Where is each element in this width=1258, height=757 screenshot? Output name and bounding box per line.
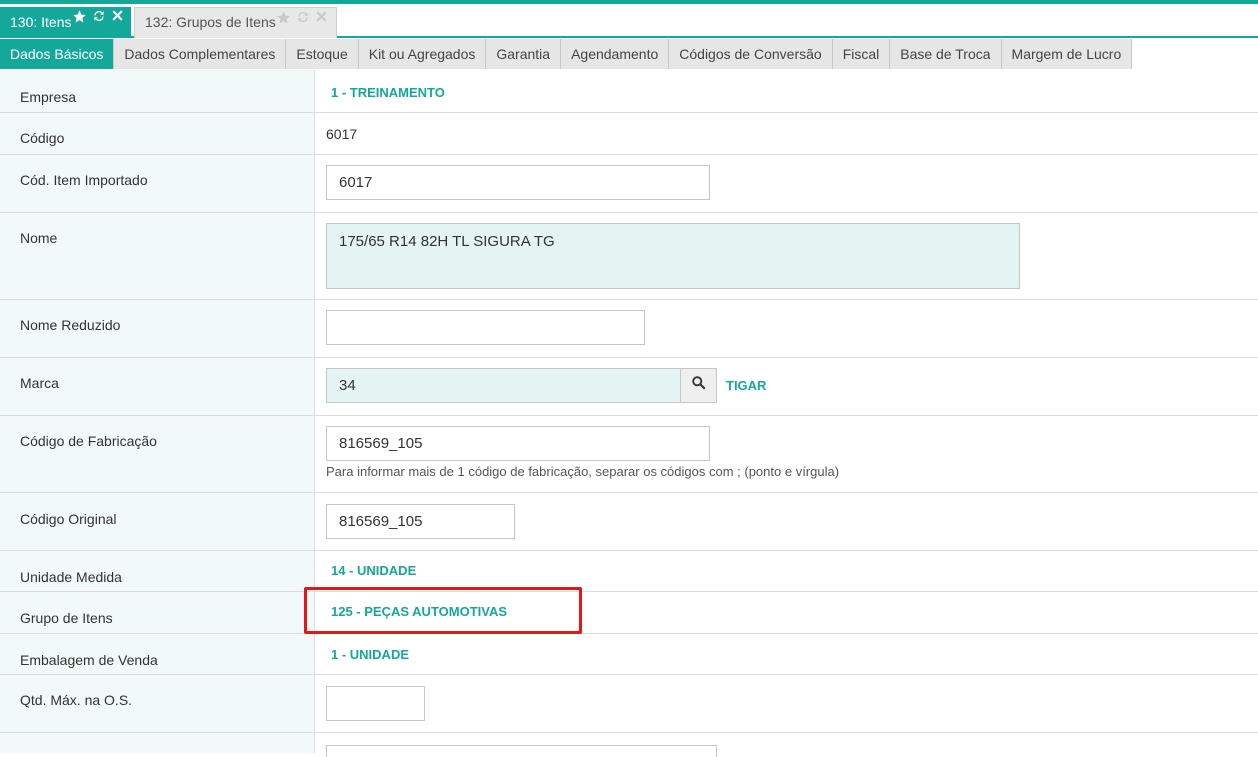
embalagem-venda-link[interactable]: 1 - UNIDADE: [331, 647, 409, 662]
nome-reduzido-input[interactable]: [326, 310, 645, 345]
codigo-fabricacao-hint: Para informar mais de 1 código de fabric…: [326, 464, 840, 479]
row-qtd-max-os: Qtd. Máx. na O.S.: [0, 675, 1258, 733]
qtd-max-os-label: Qtd. Máx. na O.S.: [20, 692, 133, 708]
doc-tab-label: 132: Grupos de Itens: [145, 14, 276, 30]
tab-margem-de-lucro[interactable]: Margem de Lucro: [1001, 39, 1133, 69]
nome-textarea[interactable]: 175/65 R14 82H TL SIGURA TG: [326, 223, 1020, 289]
marca-input[interactable]: 34: [326, 368, 717, 403]
tab-garantia[interactable]: Garantia: [486, 39, 562, 69]
doc-tab-grupos-de-itens[interactable]: 132: Grupos de Itens: [134, 7, 337, 38]
marca-label: Marca: [20, 375, 59, 391]
document-tabs: 130: Itens 132: Grupos de Itens: [0, 4, 1258, 38]
marca-search-button[interactable]: [680, 369, 716, 402]
item-form: Empresa 1 - TREINAMENTO Código 6017 Cód.…: [0, 70, 1258, 757]
section-tabs: Dados Básicos Dados Complementares Estoq…: [0, 39, 1133, 69]
star-icon[interactable]: [276, 10, 291, 25]
star-icon[interactable]: [72, 9, 87, 24]
row-nome: Nome 175/65 R14 82H TL SIGURA TG: [0, 213, 1258, 300]
embalagem-venda-label: Embalagem de Venda: [20, 652, 158, 668]
cod-item-importado-label: Cód. Item Importado: [20, 172, 148, 188]
row-grupo-itens: Grupo de Itens 125 - PEÇAS AUTOMOTIVAS: [0, 592, 1258, 634]
empresa-label: Empresa: [20, 89, 77, 105]
doc-tab-label: 130: Itens: [10, 14, 72, 30]
codigo-label: Código: [20, 130, 65, 146]
row-embalagem-venda: Embalagem de Venda 1 - UNIDADE: [0, 634, 1258, 675]
grupo-itens-label: Grupo de Itens: [20, 610, 113, 626]
qtd-max-os-input[interactable]: [326, 686, 425, 721]
tab-codigos-de-conversao[interactable]: Códigos de Conversão: [669, 39, 833, 69]
tab-agendamento[interactable]: Agendamento: [561, 39, 670, 69]
row-codigo-fabricacao: Código de Fabricação 816569_105 Para inf…: [0, 416, 1258, 493]
row-codigo: Código 6017: [0, 113, 1258, 155]
unidade-medida-label: Unidade Medida: [20, 569, 122, 585]
tab-dados-complementares[interactable]: Dados Complementares: [114, 39, 287, 69]
codigo-fabricacao-input[interactable]: 816569_105: [326, 426, 710, 461]
codigo-original-input[interactable]: 816569_105: [326, 504, 515, 539]
doc-tab-itens[interactable]: 130: Itens: [0, 7, 131, 38]
close-icon[interactable]: [315, 10, 328, 25]
empresa-link[interactable]: 1 - TREINAMENTO: [331, 85, 445, 100]
marca-description-link[interactable]: TIGAR: [726, 378, 766, 393]
row-cod-item-importado: Cód. Item Importado 6017: [0, 155, 1258, 213]
row-codigo-original: Código Original 816569_105: [0, 493, 1258, 551]
tab-base-de-troca[interactable]: Base de Troca: [890, 39, 1002, 69]
codigo-value: 6017: [326, 126, 358, 142]
refresh-icon[interactable]: [92, 9, 106, 24]
row-unidade-medida: Unidade Medida 14 - UNIDADE: [0, 551, 1258, 592]
cod-item-importado-input[interactable]: 6017: [326, 165, 710, 200]
unidade-medida-link[interactable]: 14 - UNIDADE: [331, 563, 416, 578]
row-next-partial: [0, 733, 1258, 757]
refresh-icon[interactable]: [296, 10, 310, 25]
close-icon[interactable]: [111, 9, 124, 24]
row-empresa: Empresa 1 - TREINAMENTO: [0, 70, 1258, 113]
search-icon: [691, 369, 706, 402]
marca-input-value: 34: [339, 377, 356, 394]
tab-estoque[interactable]: Estoque: [286, 39, 359, 69]
nome-reduzido-label: Nome Reduzido: [20, 317, 121, 333]
tab-kit-ou-agregados[interactable]: Kit ou Agregados: [358, 39, 487, 69]
row-marca: Marca 34 TIGAR: [0, 358, 1258, 416]
next-field-input[interactable]: [326, 745, 717, 757]
codigo-fabricacao-label: Código de Fabricação: [20, 433, 157, 449]
nome-label: Nome: [20, 230, 58, 246]
annotation-highlight-box: [304, 587, 582, 634]
tab-dados-basicos[interactable]: Dados Básicos: [0, 39, 115, 69]
tab-fiscal[interactable]: Fiscal: [832, 39, 891, 69]
codigo-original-label: Código Original: [20, 511, 117, 527]
row-nome-reduzido: Nome Reduzido: [0, 300, 1258, 358]
